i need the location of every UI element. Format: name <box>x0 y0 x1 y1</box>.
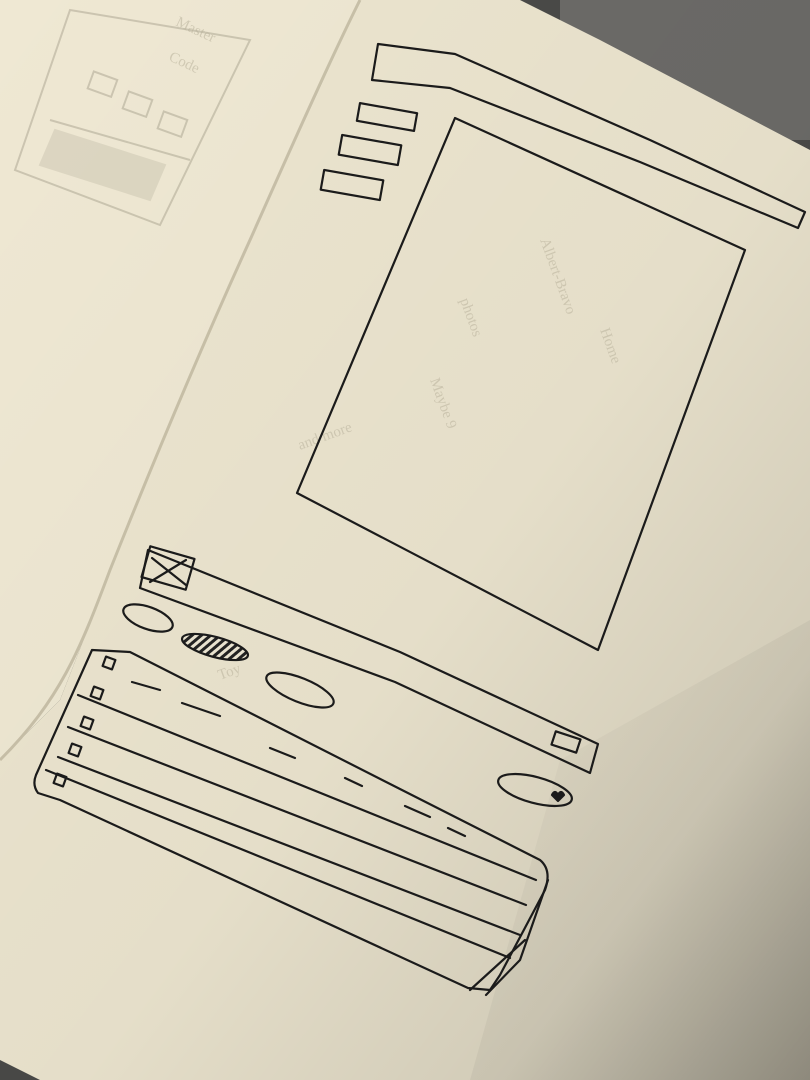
sketchbook-photo: Master Code Albert-Bravo photos Maybe 9 … <box>0 0 810 1080</box>
